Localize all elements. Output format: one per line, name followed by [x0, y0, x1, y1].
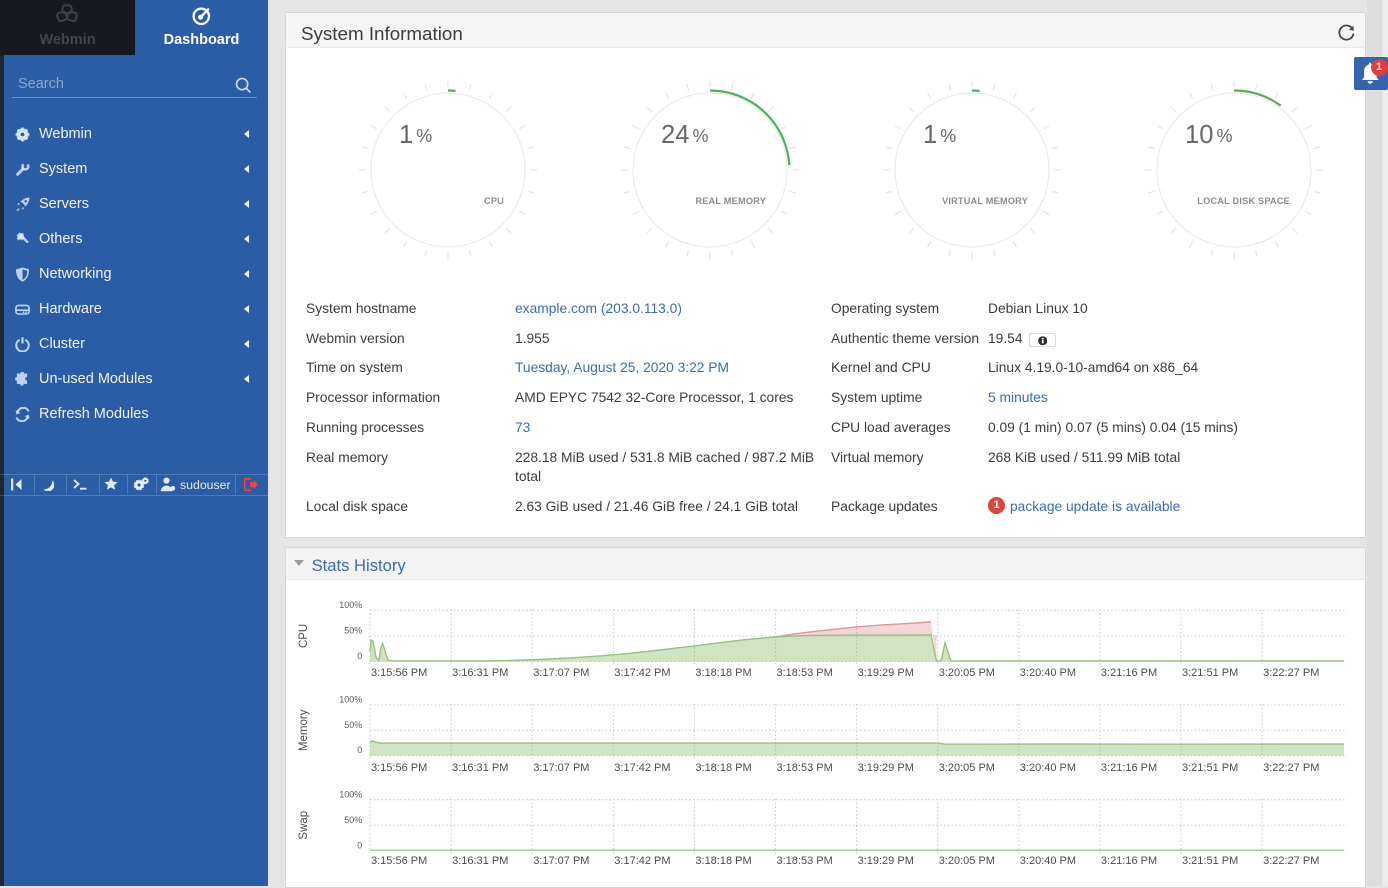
svg-text:3:19:29 PM: 3:19:29 PM	[858, 762, 914, 774]
svg-text:3:18:18 PM: 3:18:18 PM	[695, 667, 751, 679]
svg-text:3:15:56 PM: 3:15:56 PM	[371, 667, 427, 679]
svg-text:3:17:42 PM: 3:17:42 PM	[614, 667, 670, 679]
svg-text:3:18:53 PM: 3:18:53 PM	[777, 855, 833, 867]
svg-text:50%: 50%	[344, 626, 362, 636]
svg-text:3:21:51 PM: 3:21:51 PM	[1182, 762, 1238, 774]
svg-text:3:17:07 PM: 3:17:07 PM	[533, 667, 589, 679]
svg-text:1%: 1%	[923, 121, 956, 149]
svg-text:3:16:31 PM: 3:16:31 PM	[452, 762, 508, 774]
svg-text:REAL MEMORY: REAL MEMORY	[695, 196, 766, 206]
svg-text:3:22:27 PM: 3:22:27 PM	[1263, 855, 1319, 867]
svg-text:100%: 100%	[339, 600, 362, 610]
svg-text:3:20:05 PM: 3:20:05 PM	[939, 667, 995, 679]
svg-text:3:21:51 PM: 3:21:51 PM	[1182, 855, 1238, 867]
svg-text:3:15:56 PM: 3:15:56 PM	[371, 762, 427, 774]
svg-text:1%: 1%	[399, 121, 432, 149]
svg-text:50%: 50%	[344, 720, 362, 730]
svg-text:100%: 100%	[339, 695, 362, 705]
svg-text:3:19:29 PM: 3:19:29 PM	[858, 855, 914, 867]
svg-text:100%: 100%	[339, 789, 362, 799]
svg-text:3:21:16 PM: 3:21:16 PM	[1101, 762, 1157, 774]
svg-text:Memory: Memory	[298, 709, 310, 751]
svg-text:3:15:56 PM: 3:15:56 PM	[371, 855, 427, 867]
svg-text:3:20:40 PM: 3:20:40 PM	[1020, 762, 1076, 774]
svg-text:3:21:16 PM: 3:21:16 PM	[1101, 667, 1157, 679]
svg-text:3:17:07 PM: 3:17:07 PM	[533, 762, 589, 774]
svg-text:CPU: CPU	[484, 196, 504, 206]
svg-text:0: 0	[357, 840, 362, 850]
svg-text:3:19:29 PM: 3:19:29 PM	[858, 667, 914, 679]
svg-text:0: 0	[357, 651, 362, 661]
svg-text:10%: 10%	[1185, 121, 1232, 149]
svg-text:3:18:18 PM: 3:18:18 PM	[695, 762, 751, 774]
svg-text:50%: 50%	[344, 815, 362, 825]
svg-text:3:22:27 PM: 3:22:27 PM	[1263, 667, 1319, 679]
svg-text:3:17:42 PM: 3:17:42 PM	[614, 762, 670, 774]
svg-text:LOCAL DISK SPACE: LOCAL DISK SPACE	[1197, 196, 1290, 206]
svg-text:3:20:05 PM: 3:20:05 PM	[939, 855, 995, 867]
svg-text:0: 0	[357, 745, 362, 755]
svg-text:Swap: Swap	[298, 811, 310, 840]
svg-text:3:16:31 PM: 3:16:31 PM	[452, 667, 508, 679]
svg-text:3:21:16 PM: 3:21:16 PM	[1101, 855, 1157, 867]
svg-text:3:22:27 PM: 3:22:27 PM	[1263, 762, 1319, 774]
svg-text:3:17:07 PM: 3:17:07 PM	[533, 855, 589, 867]
svg-text:3:17:42 PM: 3:17:42 PM	[614, 855, 670, 867]
svg-text:3:18:53 PM: 3:18:53 PM	[777, 762, 833, 774]
svg-text:CPU: CPU	[298, 624, 310, 648]
svg-text:3:21:51 PM: 3:21:51 PM	[1182, 667, 1238, 679]
svg-text:3:20:40 PM: 3:20:40 PM	[1020, 667, 1076, 679]
svg-text:3:18:53 PM: 3:18:53 PM	[777, 667, 833, 679]
svg-text:3:20:40 PM: 3:20:40 PM	[1020, 855, 1076, 867]
svg-text:3:16:31 PM: 3:16:31 PM	[452, 855, 508, 867]
svg-text:3:18:18 PM: 3:18:18 PM	[695, 855, 751, 867]
svg-text:VIRTUAL MEMORY: VIRTUAL MEMORY	[942, 196, 1028, 206]
svg-text:24%: 24%	[661, 121, 708, 149]
svg-text:3:20:05 PM: 3:20:05 PM	[939, 762, 995, 774]
